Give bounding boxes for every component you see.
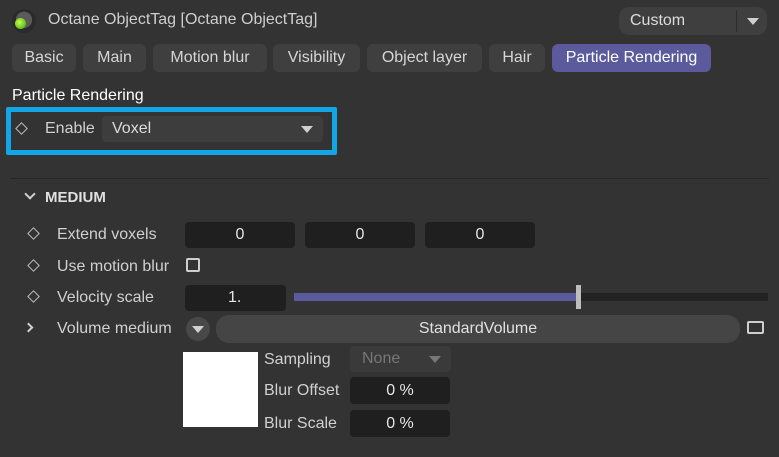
preset-dropdown[interactable]: Custom bbox=[619, 7, 767, 35]
velocity-scale-field[interactable]: 1. bbox=[185, 285, 286, 311]
tab-main[interactable]: Main bbox=[83, 44, 146, 72]
chevron-down-icon bbox=[429, 356, 441, 363]
dropdown-separator bbox=[736, 10, 737, 32]
tab-label: Object layer bbox=[381, 49, 468, 66]
chevron-down-icon bbox=[192, 326, 204, 333]
tab-label: Hair bbox=[502, 49, 532, 66]
extend-voxels-x-field[interactable]: 0 bbox=[185, 222, 295, 248]
tab-label: Visibility bbox=[287, 49, 346, 66]
section-heading: Particle Rendering bbox=[12, 87, 144, 104]
tab-visibility[interactable]: Visibility bbox=[273, 44, 360, 72]
sampling-dropdown-value: None bbox=[362, 350, 401, 367]
tab-label: Motion blur bbox=[170, 49, 250, 66]
slider-fill bbox=[294, 293, 579, 301]
velocity-scale-slider[interactable] bbox=[294, 285, 768, 309]
tab-label: Main bbox=[97, 49, 132, 66]
velocity-scale-label: Velocity scale bbox=[57, 289, 154, 306]
preset-dropdown-value: Custom bbox=[630, 12, 686, 29]
tab-motion-blur[interactable]: Motion blur bbox=[153, 44, 267, 72]
extend-voxels-label: Extend voxels bbox=[57, 226, 157, 243]
keyframe-diamond-icon[interactable] bbox=[27, 290, 40, 303]
collapse-chevron-icon[interactable] bbox=[24, 188, 36, 200]
use-motion-blur-checkbox[interactable] bbox=[186, 258, 200, 272]
tab-label: Particle Rendering bbox=[565, 49, 698, 66]
slider-handle[interactable] bbox=[576, 285, 582, 309]
window-title: Octane ObjectTag [Octane ObjectTag] bbox=[48, 11, 318, 28]
tab-basic[interactable]: Basic bbox=[12, 44, 76, 72]
sampling-label: Sampling bbox=[264, 351, 331, 368]
keyframe-diamond-icon[interactable] bbox=[27, 227, 40, 240]
volume-medium-link[interactable]: StandardVolume bbox=[216, 315, 740, 343]
octane-tag-icon bbox=[12, 9, 36, 33]
tab-hair[interactable]: Hair bbox=[489, 44, 545, 72]
keyframe-diamond-icon[interactable] bbox=[27, 259, 40, 272]
tab-particle-rendering[interactable]: Particle Rendering bbox=[552, 44, 711, 72]
extend-voxels-z-field[interactable]: 0 bbox=[425, 222, 535, 248]
volume-medium-menu-button[interactable] bbox=[186, 317, 210, 341]
enable-dropdown[interactable]: Voxel bbox=[102, 116, 323, 142]
blur-scale-field[interactable]: 0 % bbox=[350, 410, 450, 437]
enable-dropdown-value: Voxel bbox=[112, 120, 152, 137]
volume-preview-thumbnail bbox=[183, 352, 258, 427]
chevron-down-icon bbox=[747, 18, 759, 25]
extend-voxels-y-field[interactable]: 0 bbox=[305, 222, 415, 248]
volume-medium-label: Volume medium bbox=[57, 320, 172, 337]
tab-label: Basic bbox=[24, 49, 64, 66]
divider bbox=[10, 178, 769, 179]
chevron-down-icon bbox=[301, 126, 313, 133]
medium-heading: MEDIUM bbox=[45, 189, 106, 206]
folder-icon[interactable] bbox=[747, 321, 764, 334]
expand-chevron-icon[interactable] bbox=[23, 322, 34, 333]
sampling-dropdown[interactable]: None bbox=[350, 346, 451, 372]
blur-offset-field[interactable]: 0 % bbox=[350, 377, 450, 404]
tab-object-layer[interactable]: Object layer bbox=[367, 44, 482, 72]
use-motion-blur-label: Use motion blur bbox=[57, 258, 170, 275]
blur-offset-label: Blur Offset bbox=[264, 382, 340, 399]
enable-label: Enable bbox=[45, 120, 95, 137]
blur-scale-label: Blur Scale bbox=[264, 415, 337, 432]
